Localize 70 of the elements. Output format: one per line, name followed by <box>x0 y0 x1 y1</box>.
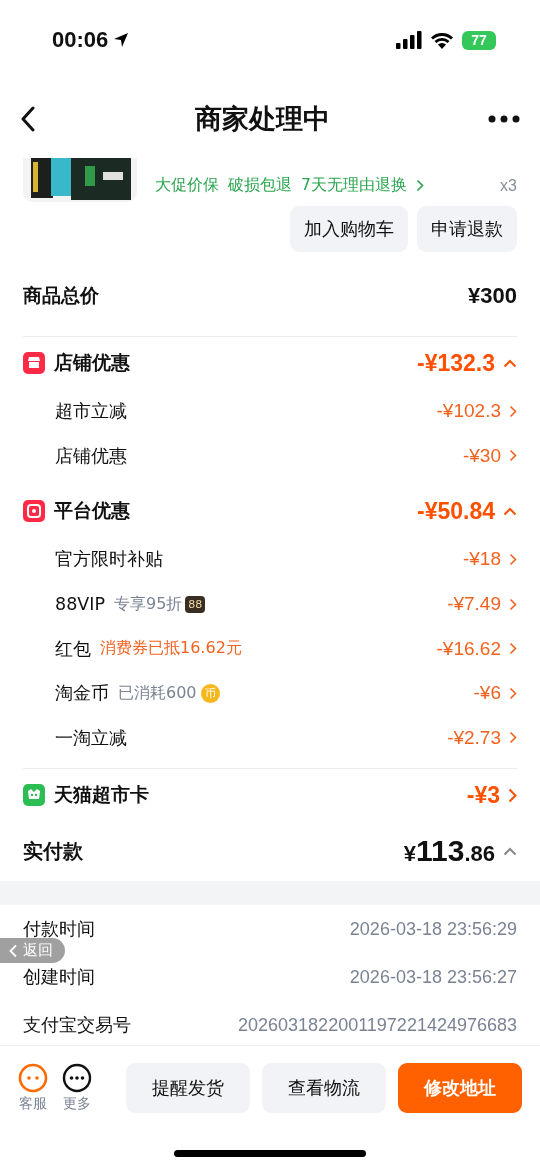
ticket-icon <box>23 500 45 523</box>
quantity: x3 <box>500 176 517 195</box>
discount-note: 已消耗600 <box>118 682 197 704</box>
chevron-right-icon[interactable] <box>509 686 517 700</box>
card-amount: -¥3 <box>466 781 500 809</box>
chevron-right-icon[interactable] <box>508 787 517 803</box>
location-arrow-icon <box>112 31 131 49</box>
signal-icon <box>396 31 422 49</box>
discount-item-amount: -¥6 <box>473 682 501 705</box>
tool-label[interactable]: 客服 <box>19 1095 47 1113</box>
info-value: 2026-03-18 23:56:27 <box>349 966 517 988</box>
discount-note: 消费券已抵16.62元 <box>100 638 242 660</box>
status-time: 00:06 <box>52 27 109 53</box>
vip-badge: 88 <box>185 595 206 613</box>
coin-badge: 币 <box>200 683 220 703</box>
action-button[interactable]: 申请退款 <box>417 206 517 252</box>
discount-item-label: 淘金币 <box>55 682 109 706</box>
paid-amount: ¥113.86 <box>403 834 495 869</box>
info-value: 2026031822001197221424976683 <box>238 1014 517 1036</box>
page-title: 商家处理中 <box>194 102 330 136</box>
card-label: 天猫超市卡 <box>54 782 149 808</box>
shop-icon <box>23 352 45 374</box>
info-value: 2026-03-18 23:56:29 <box>349 918 517 940</box>
collapse-icon[interactable] <box>503 506 517 516</box>
info-label: 支付宝交易号 <box>23 1013 131 1038</box>
discount-item-amount: -¥102.3 <box>436 400 501 423</box>
discount-item-label: 店铺优惠 <box>55 444 127 468</box>
action-button[interactable]: 查看物流 <box>262 1063 386 1113</box>
action-button[interactable]: 加入购物车 <box>290 206 408 252</box>
chevron-right-icon[interactable] <box>509 404 517 418</box>
chevron-right-icon[interactable] <box>509 731 517 745</box>
tool-label[interactable]: 更多 <box>63 1095 91 1113</box>
discount-item-label: 超市立减 <box>55 400 127 424</box>
discount-label: 店铺优惠 <box>54 350 130 375</box>
battery-icon: 77 <box>462 30 496 50</box>
discount-item-label: 88VIP <box>55 594 105 615</box>
paid-label: 实付款 <box>23 837 83 865</box>
total-label: 商品总价 <box>23 283 99 308</box>
wifi-icon <box>430 31 454 49</box>
chevron-left-icon <box>8 943 18 958</box>
discount-item-amount: -¥30 <box>462 444 501 467</box>
action-button[interactable]: 提醒发货 <box>126 1063 250 1113</box>
discount-item-amount: -¥2.73 <box>447 726 501 749</box>
chevron-right-icon[interactable] <box>509 597 517 611</box>
chevron-right-icon[interactable] <box>509 449 517 463</box>
discount-item-amount: -¥18 <box>462 548 501 571</box>
discount-item-label: 官方限时补贴 <box>55 548 163 572</box>
service-icon[interactable] <box>18 1063 48 1093</box>
collapse-icon[interactable] <box>503 358 517 368</box>
chevron-right-icon[interactable] <box>509 553 517 566</box>
more-icon[interactable] <box>62 1063 92 1093</box>
discount-amount: -¥50.84 <box>417 497 495 525</box>
discount-item-label: 红包 <box>55 637 91 661</box>
discount-item-amount: -¥7.49 <box>447 593 501 616</box>
back-icon[interactable] <box>20 106 36 132</box>
total-price: ¥300 <box>468 283 517 309</box>
info-label: 创建时间 <box>23 965 95 990</box>
collapse-icon[interactable] <box>503 846 517 856</box>
discount-note: 专享95折 <box>113 593 183 615</box>
discount-item-label: 一淘立减 <box>55 726 127 750</box>
service-tag: 大促价保 <box>155 175 219 196</box>
discount-amount: -¥132.3 <box>417 349 495 377</box>
service-tag: 破损包退 <box>228 175 292 196</box>
discount-item-amount: -¥16.62 <box>436 637 501 660</box>
service-tag: 7天无理由退换 <box>301 175 407 196</box>
discount-label: 平台优惠 <box>54 498 130 524</box>
card-icon <box>23 784 45 807</box>
chevron-right-icon[interactable] <box>415 179 424 192</box>
chevron-right-icon[interactable] <box>509 642 517 656</box>
more-icon[interactable] <box>488 115 520 123</box>
